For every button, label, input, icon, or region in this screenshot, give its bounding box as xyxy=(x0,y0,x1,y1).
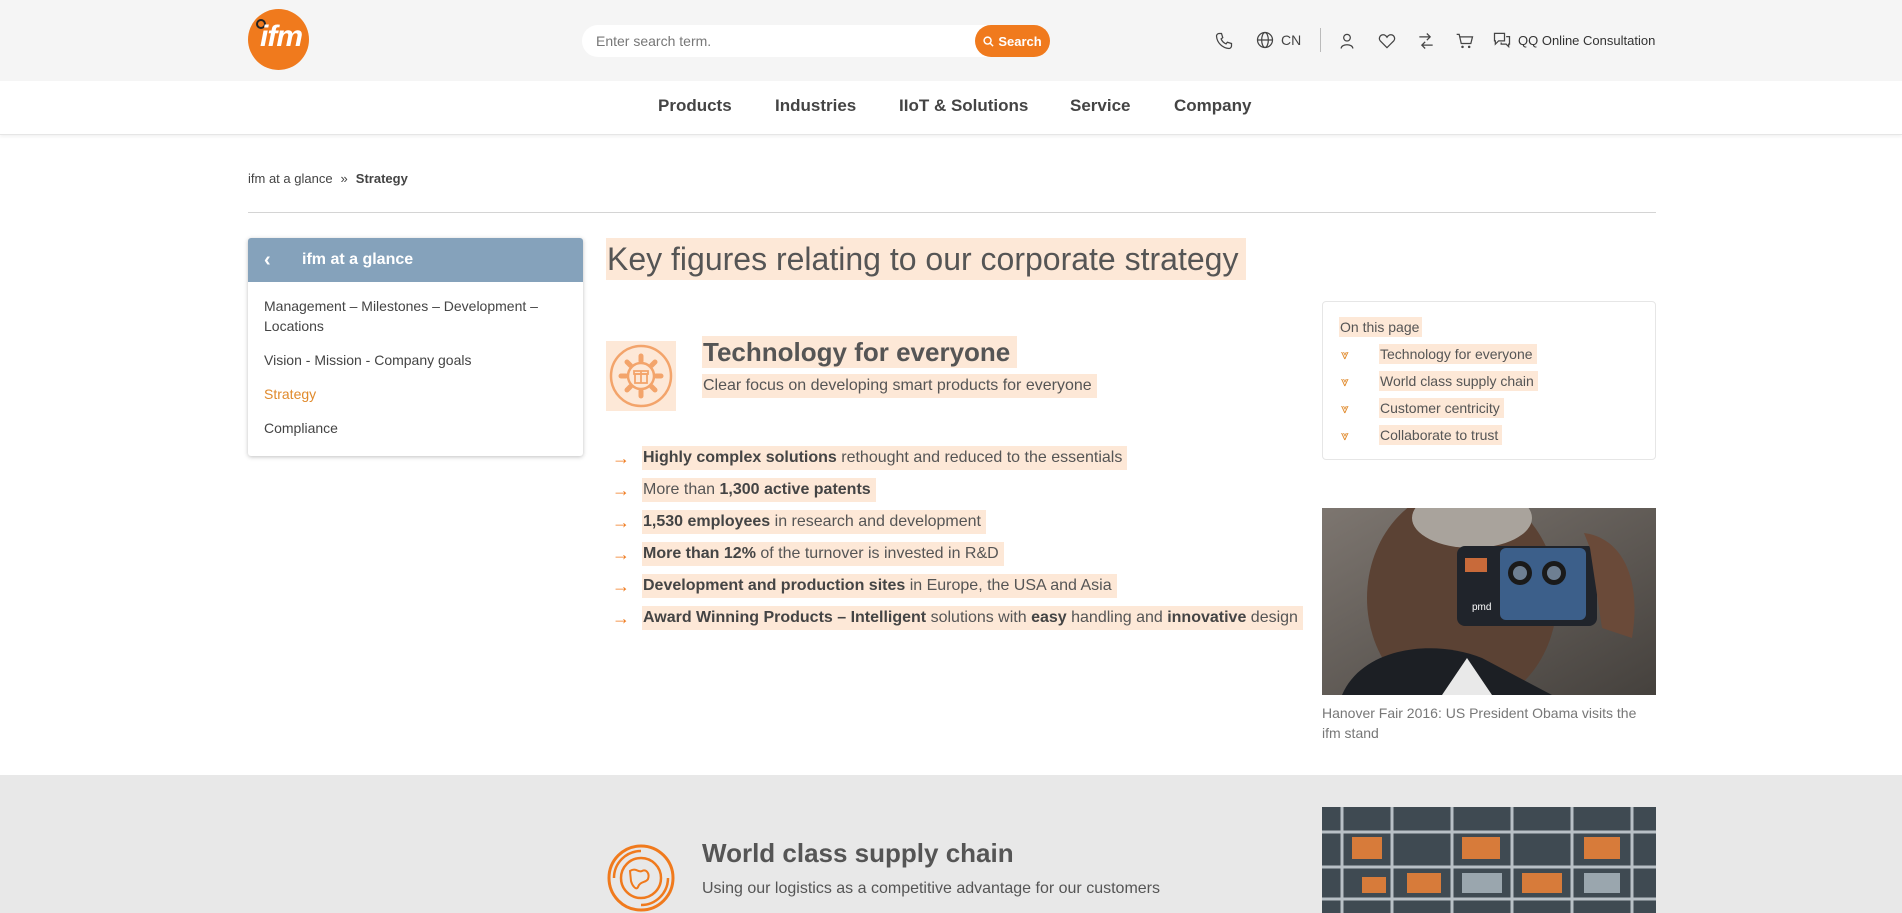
search-button[interactable]: Search xyxy=(975,25,1050,57)
arrow-right-icon: → xyxy=(612,511,630,532)
sidebar-item-management[interactable]: Management – Milestones – Development – … xyxy=(264,296,564,336)
key-figure-plain: in Europe, the USA and Asia xyxy=(905,577,1112,594)
breadcrumb-separator: » xyxy=(340,171,348,186)
user-icon[interactable] xyxy=(1336,30,1358,52)
search-button-label: Search xyxy=(998,33,1042,49)
phone-icon[interactable] xyxy=(1213,30,1235,52)
key-figure-text: Development and production sites in Euro… xyxy=(642,574,1117,598)
qq-consultation-link[interactable]: QQ Online Consultation xyxy=(1492,30,1655,50)
sidebar-title: ifm at a glance xyxy=(302,251,414,268)
key-figure-text: More than 1,300 active patents xyxy=(642,478,876,502)
arrow-right-icon: → xyxy=(612,575,630,596)
section-subheading-technology: Clear focus on developing smart products… xyxy=(702,374,1097,398)
key-figure-text: Highly complex solutions rethought and r… xyxy=(642,446,1128,470)
toc-item-technology[interactable]: ⩔ Technology for everyone xyxy=(1341,344,1537,364)
key-figure-item: → Development and production sites in Eur… xyxy=(612,574,1117,598)
key-figure-text: More than 12% of the turnover is investe… xyxy=(642,542,1004,566)
heart-icon[interactable] xyxy=(1376,30,1398,52)
double-chevron-down-icon: ⩔ xyxy=(1341,399,1349,416)
section-subheading-supply-chain: Using our logistics as a competitive adv… xyxy=(702,880,1160,897)
arrow-right-icon: → xyxy=(612,479,630,500)
double-chevron-down-icon: ⩔ xyxy=(1341,345,1349,362)
nav-iiot-solutions[interactable]: IIoT & Solutions xyxy=(899,96,1028,116)
double-chevron-down-icon: ⩔ xyxy=(1341,426,1349,443)
gear-gift-icon xyxy=(606,341,676,411)
hanover-fair-photo: pmd xyxy=(1322,508,1656,695)
key-figure-bold: 1,300 active patents xyxy=(719,481,871,498)
key-figure-text: 1,530 employees in research and developm… xyxy=(642,510,986,534)
toc-item-customer-centricity[interactable]: ⩔ Customer centricity xyxy=(1341,398,1504,418)
breadcrumb-current: Strategy xyxy=(355,171,408,186)
language-label: CN xyxy=(1281,32,1302,48)
key-figure-item: → More than 12% of the turnover is invest… xyxy=(612,542,1004,566)
sidebar-item-compliance[interactable]: Compliance xyxy=(264,418,564,438)
photo-caption: Hanover Fair 2016: US President Obama vi… xyxy=(1322,705,1637,741)
search-input[interactable] xyxy=(596,31,956,51)
key-figure-bold: Development and production sites xyxy=(643,577,906,594)
double-chevron-down-icon: ⩔ xyxy=(1341,372,1349,389)
on-this-page-box: On this page ⩔ Technology for everyone ⩔… xyxy=(1322,301,1656,460)
toc-item-label: Customer centricity xyxy=(1379,398,1504,418)
section-heading-supply-chain: World class supply chain xyxy=(702,838,1014,868)
on-this-page-title: On this page xyxy=(1339,317,1423,337)
toc-item-label: World class supply chain xyxy=(1379,371,1538,391)
nav-company[interactable]: Company xyxy=(1174,96,1251,116)
breadcrumb-divider xyxy=(248,212,1656,213)
key-figure-item: → More than 1,300 active patents xyxy=(612,478,876,502)
key-figure-bold: innovative xyxy=(1167,609,1247,626)
key-figure-plain: rethought and reduced to the essentials xyxy=(836,449,1123,466)
main-navigation: Products Industries IIoT & Solutions Ser… xyxy=(0,81,1902,135)
toc-item-label: Technology for everyone xyxy=(1379,344,1537,364)
key-figure-bold: Award Winning Products – Intelligent xyxy=(643,609,927,626)
consultation-label: QQ Online Consultation xyxy=(1518,32,1656,48)
globe-icon xyxy=(1256,31,1274,49)
key-figure-plain: design xyxy=(1246,609,1298,626)
sidebar-nav: ‹ ifm at a glance Management – Milestone… xyxy=(248,238,583,456)
warehouse-photo xyxy=(1322,807,1656,913)
language-selector[interactable]: CN xyxy=(1255,30,1301,50)
toc-item-supply-chain[interactable]: ⩔ World class supply chain xyxy=(1341,371,1538,391)
breadcrumb: ifm at a glance » Strategy xyxy=(248,171,408,186)
key-figure-plain: More than xyxy=(643,481,720,498)
key-figure-plain: handling and xyxy=(1066,609,1168,626)
nav-industries[interactable]: Industries xyxy=(775,96,856,116)
toc-item-collaborate[interactable]: ⩔ Collaborate to trust xyxy=(1341,425,1503,445)
arrow-right-icon: → xyxy=(612,607,630,628)
arrow-right-icon: → xyxy=(612,543,630,564)
breadcrumb-parent[interactable]: ifm at a glance xyxy=(248,171,333,186)
key-figure-bold: Highly complex solutions xyxy=(643,449,837,466)
device-label: pmd xyxy=(1472,602,1491,613)
chevron-left-icon: ‹ xyxy=(264,248,271,271)
page-title: Key figures relating to our corporate st… xyxy=(606,238,1247,280)
sidebar-back-header[interactable]: ‹ ifm at a glance xyxy=(248,238,583,282)
ifm-logo[interactable]: ifm xyxy=(248,9,309,70)
logo-text: ifm xyxy=(260,20,303,53)
compare-icon[interactable] xyxy=(1415,30,1437,52)
sidebar-item-vision[interactable]: Vision - Mission - Company goals xyxy=(264,350,564,370)
sidebar-item-strategy[interactable]: Strategy xyxy=(264,384,564,404)
key-figure-bold: More than 12% xyxy=(643,545,756,562)
key-figure-item: → Highly complex solutions rethought and … xyxy=(612,446,1128,470)
key-figure-item: → Award Winning Products – Intelligent so… xyxy=(612,606,1303,630)
key-figure-plain: in research and development xyxy=(770,513,981,530)
section-heading-technology: Technology for everyone xyxy=(702,336,1018,368)
top-header: ifm Search CN QQ Online Consultation xyxy=(0,0,1902,81)
search-icon xyxy=(983,35,994,47)
toc-item-label: Collaborate to trust xyxy=(1379,425,1503,445)
nav-service[interactable]: Service xyxy=(1070,96,1131,116)
globe-cycle-icon xyxy=(606,843,676,913)
key-figure-plain: solutions with xyxy=(926,609,1032,626)
cart-icon[interactable] xyxy=(1454,30,1476,52)
key-figure-bold: easy xyxy=(1031,609,1067,626)
arrow-right-icon: → xyxy=(612,447,630,468)
chat-icon xyxy=(1493,32,1511,49)
key-figure-item: → 1,530 employees in research and develop… xyxy=(612,510,986,534)
key-figure-text: Award Winning Products – Intelligent sol… xyxy=(642,606,1303,630)
key-figure-bold: 1,530 employees xyxy=(643,513,771,530)
key-figure-plain: of the turnover is invested in R&D xyxy=(755,545,999,562)
nav-products[interactable]: Products xyxy=(658,96,732,116)
search-bar: Search xyxy=(582,25,1050,57)
header-divider xyxy=(1320,28,1321,52)
